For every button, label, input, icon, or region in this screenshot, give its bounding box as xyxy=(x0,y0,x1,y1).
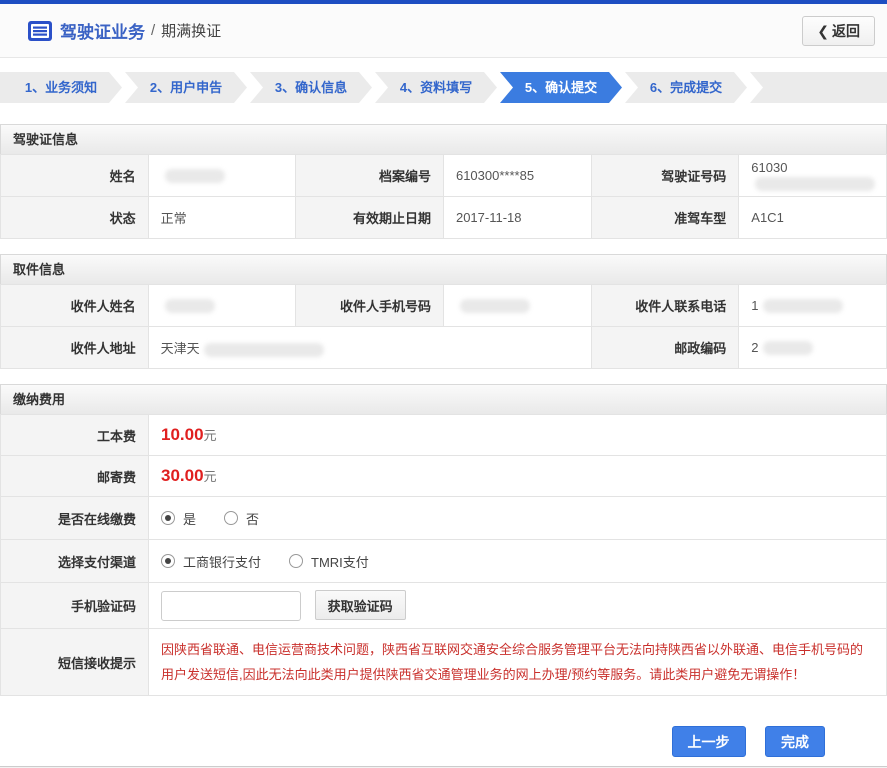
field-value-vehicle-class: A1C1 xyxy=(738,196,887,239)
fee-unit: 元 xyxy=(203,428,217,443)
field-value-recipient-mobile xyxy=(442,284,592,327)
back-button-label: 返回 xyxy=(832,23,860,39)
radio-option-tmri-pay[interactable]: TMRI支付 xyxy=(289,552,369,571)
production-fee-amount: 10.00 xyxy=(161,425,204,444)
field-value-production-fee: 10.00元 xyxy=(148,414,887,456)
table-row: 是否在线缴费 是 否 xyxy=(0,496,887,540)
field-label-vehicle-class: 准驾车型 xyxy=(590,196,740,239)
field-value-expiry-date: 2017-11-18 xyxy=(442,196,592,239)
license-section-title: 驾驶证信息 xyxy=(0,124,887,154)
radio-yes-selected-icon[interactable] xyxy=(161,511,175,525)
table-row: 手机验证码 获取验证码 xyxy=(0,582,887,629)
radio-option-no[interactable]: 否 xyxy=(224,509,259,528)
radio-no-icon[interactable] xyxy=(224,511,239,525)
radio-tmri-icon[interactable] xyxy=(289,554,304,568)
redacted-value xyxy=(762,299,843,314)
table-row: 收件人姓名 收件人手机号码 收件人联系电话 1 xyxy=(0,284,887,327)
field-label-recipient-address: 收件人地址 xyxy=(0,326,149,369)
table-row: 姓名 档案编号 610300****85 驾驶证号码 61030 xyxy=(0,154,887,197)
breadcrumb-current: 期满换证 xyxy=(161,23,222,40)
radio-option-yes[interactable]: 是 xyxy=(161,509,196,528)
fees-table: 工本费 10.00元 邮寄费 30.00元 是否在线缴费 是 否 选择支付渠道 … xyxy=(0,414,887,696)
online-payment-options: 是 否 xyxy=(148,496,887,540)
payment-channel-options: 工商银行支付 TMRI支付 xyxy=(148,539,887,583)
step-2-user-declaration: 2、用户申告 xyxy=(125,72,247,103)
step-5-confirm-submit: 5、确认提交 xyxy=(500,72,622,103)
table-row: 收件人地址 天津天 邮政编码 2 xyxy=(0,326,887,369)
table-row: 短信接收提示 因陕西省联通、电信运营商技术问题，陕西省互联网交通安全综合服务管理… xyxy=(0,628,887,696)
field-label-status: 状态 xyxy=(0,196,149,239)
sms-code-input[interactable] xyxy=(161,591,301,621)
step-wizard: 1、业务须知 2、用户申告 3、确认信息 4、资料填写 5、确认提交 6、完成提… xyxy=(0,72,887,103)
field-value-recipient-phone: 1 xyxy=(738,284,887,327)
table-row: 选择支付渠道 工商银行支付 TMRI支付 xyxy=(0,539,887,583)
license-info-table: 姓名 档案编号 610300****85 驾驶证号码 61030 状态 正常 有… xyxy=(0,154,887,239)
redacted-value xyxy=(762,341,813,356)
field-label-file-number: 档案编号 xyxy=(295,154,444,197)
get-sms-code-button[interactable]: 获取验证码 xyxy=(314,590,406,620)
field-value-license-number: 61030 xyxy=(738,154,887,197)
field-value-name xyxy=(147,154,297,197)
field-label-recipient-name: 收件人姓名 xyxy=(0,284,149,327)
table-row: 工本费 10.00元 xyxy=(0,414,887,456)
field-label-postal-code: 邮政编码 xyxy=(590,326,740,369)
radio-option-icbc-pay[interactable]: 工商银行支付 xyxy=(161,552,261,571)
step-bar-filler xyxy=(750,72,887,103)
table-row: 邮寄费 30.00元 xyxy=(0,455,887,497)
radio-icbc-label: 工商银行支付 xyxy=(183,554,262,570)
page-title: 驾驶证业务 xyxy=(60,23,145,42)
chevron-left-icon: ❮ xyxy=(817,23,829,39)
field-label-sms-code: 手机验证码 xyxy=(0,582,149,629)
business-list-icon xyxy=(28,20,52,41)
table-row: 状态 正常 有效期止日期 2017-11-18 准驾车型 A1C1 xyxy=(0,196,887,239)
redacted-value xyxy=(755,176,876,191)
fee-unit: 元 xyxy=(203,469,217,484)
radio-tmri-label: TMRI支付 xyxy=(311,554,369,570)
field-label-expiry-date: 有效期止日期 xyxy=(295,196,444,239)
field-label-license-number: 驾驶证号码 xyxy=(590,154,740,197)
sms-notice-cell: 因陕西省联通、电信运营商技术问题，陕西省互联网交通安全综合服务管理平台无法向持陕… xyxy=(148,628,887,696)
step-3-confirm-info: 3、确认信息 xyxy=(250,72,372,103)
license-info-section: 驾驶证信息 姓名 档案编号 610300****85 驾驶证号码 61030 状… xyxy=(0,124,887,239)
field-label-sms-notice: 短信接收提示 xyxy=(0,628,149,696)
pickup-info-section: 取件信息 收件人姓名 收件人手机号码 收件人联系电话 1 收件人地址 天津天 邮… xyxy=(0,254,887,369)
field-label-recipient-mobile: 收件人手机号码 xyxy=(295,284,444,327)
field-value-postal-code: 2 xyxy=(738,326,887,369)
postage-fee-amount: 30.00 xyxy=(161,466,204,485)
field-label-production-fee: 工本费 xyxy=(0,414,149,456)
redacted-value xyxy=(203,342,324,357)
field-value-postage-fee: 30.00元 xyxy=(148,455,887,497)
field-label-payment-channel: 选择支付渠道 xyxy=(0,539,149,583)
radio-no-label: 否 xyxy=(246,511,260,527)
step-4-fill-data: 4、资料填写 xyxy=(375,72,497,103)
sms-notice-text: 因陕西省联通、电信运营商技术问题，陕西省互联网交通安全综合服务管理平台无法向持陕… xyxy=(161,642,864,682)
field-label-recipient-phone: 收件人联系电话 xyxy=(590,284,740,327)
previous-step-button[interactable]: 上一步 xyxy=(671,726,746,757)
field-label-name: 姓名 xyxy=(0,154,149,197)
field-value-recipient-address: 天津天 xyxy=(147,326,592,369)
fees-section: 缴纳费用 工本费 10.00元 邮寄费 30.00元 是否在线缴费 是 否 选择… xyxy=(0,384,887,696)
header: 驾驶证业务 / 期满换证 ❮ 返回 xyxy=(0,4,887,58)
step-6-complete-submit: 6、完成提交 xyxy=(625,72,747,103)
step-1-business-notice: 1、业务须知 xyxy=(0,72,122,103)
field-label-online-payment: 是否在线缴费 xyxy=(0,496,149,540)
field-value-file-number: 610300****85 xyxy=(442,154,592,197)
redacted-value xyxy=(459,299,530,314)
fees-section-title: 缴纳费用 xyxy=(0,384,887,414)
radio-yes-label: 是 xyxy=(183,511,197,527)
footer-actions: 上一步 完成 xyxy=(0,726,887,757)
redacted-value xyxy=(164,299,215,314)
redacted-value xyxy=(164,169,225,184)
field-value-status: 正常 xyxy=(147,196,297,239)
radio-icbc-selected-icon[interactable] xyxy=(161,554,175,568)
pickup-section-title: 取件信息 xyxy=(0,254,887,284)
field-value-recipient-name xyxy=(147,284,297,327)
back-button[interactable]: ❮ 返回 xyxy=(802,16,875,46)
finish-button[interactable]: 完成 xyxy=(765,726,825,757)
sms-code-field: 获取验证码 xyxy=(148,582,887,629)
field-label-postage-fee: 邮寄费 xyxy=(0,455,149,497)
pickup-info-table: 收件人姓名 收件人手机号码 收件人联系电话 1 收件人地址 天津天 邮政编码 2 xyxy=(0,284,887,369)
breadcrumb-separator: / xyxy=(151,22,156,39)
